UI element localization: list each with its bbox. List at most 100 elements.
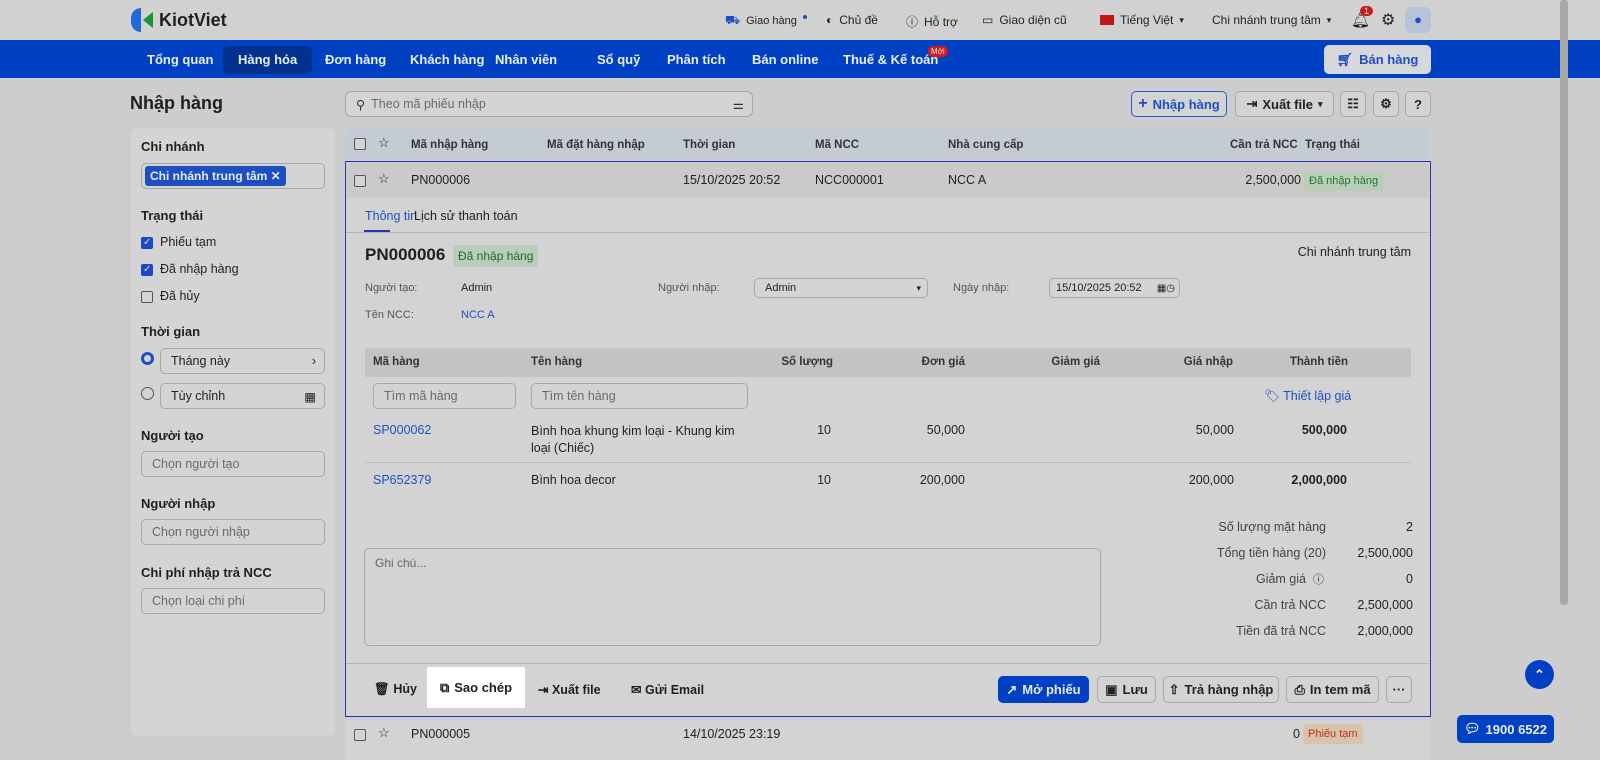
summary-value: 0 xyxy=(1406,572,1413,586)
tab-info[interactable]: Thông tin xyxy=(365,209,417,223)
detail-status-badge: Đã nhập hàng xyxy=(453,245,539,267)
more-button[interactable]: ··· xyxy=(1386,676,1412,703)
calendar-clock-icon[interactable]: ▦◷ xyxy=(1157,283,1175,294)
sell-button[interactable]: 🛒︎ Bán hàng xyxy=(1324,45,1431,74)
item-code-link[interactable]: SP652379 xyxy=(373,473,431,487)
item-col-discount: Giảm giá xyxy=(1051,356,1100,368)
help-icon: ? xyxy=(1414,96,1422,112)
bell-icon[interactable]: 🔔︎ 1 xyxy=(1351,6,1374,29)
importer-select[interactable]: Chọn người nhập xyxy=(141,519,325,545)
item-col-price: Đơn giá xyxy=(921,356,965,368)
col-import-code[interactable]: Mã nhập hàng xyxy=(411,139,488,151)
export-button[interactable]: ⇥ Xuất file ▾ xyxy=(1235,91,1334,117)
branch-select[interactable]: Chi nhánh trung tâm ▾ xyxy=(1212,13,1331,27)
item-code-link[interactable]: SP000062 xyxy=(373,423,431,437)
set-price-link[interactable]: 🏷︎ Thiết lập giá xyxy=(1264,389,1351,404)
settings-button[interactable]: ⚙ xyxy=(1373,91,1399,117)
copy-button[interactable]: ⧉ Sao chép xyxy=(427,667,525,708)
gear-icon[interactable]: ⚙ xyxy=(1381,10,1395,30)
summary-value: 2,500,000 xyxy=(1357,546,1413,560)
cost-select[interactable]: Chọn loại chi phí xyxy=(141,588,325,614)
logo[interactable]: KiotViet xyxy=(131,8,227,32)
return-button[interactable]: ⇧ Trả hàng nhập xyxy=(1163,676,1279,703)
col-due[interactable]: Cần trả NCC xyxy=(1230,139,1298,151)
note-textarea[interactable]: Ghi chú... xyxy=(364,548,1101,646)
row-checkbox[interactable] xyxy=(354,729,366,741)
col-time[interactable]: Thời gian xyxy=(683,139,735,151)
cancel-button[interactable]: 🗑︎ Hủy xyxy=(374,682,417,697)
theme-link[interactable]: ◐ Chủ đề xyxy=(826,13,878,27)
star-icon[interactable]: ☆ xyxy=(378,725,390,741)
tab-indicator xyxy=(364,230,390,232)
open-label: Mở phiếu xyxy=(1022,682,1081,697)
support-link[interactable]: ⓘ Hỗ trợ xyxy=(906,13,958,30)
return-label: Trả hàng nhập xyxy=(1184,682,1274,697)
list-icon: ☷ xyxy=(1347,96,1359,111)
col-ncc-code[interactable]: Mã NCC xyxy=(815,139,859,151)
columns-button[interactable]: ☷ xyxy=(1340,91,1366,117)
checkbox-draft[interactable] xyxy=(141,237,153,249)
date-input[interactable]: 15/10/2025 20:52 ▦◷ xyxy=(1049,278,1180,298)
add-import-button[interactable]: + Nhập hàng xyxy=(1131,91,1227,117)
row-checkbox[interactable] xyxy=(354,175,366,187)
copy-label: Sao chép xyxy=(454,680,513,695)
old-ui-link[interactable]: ▭ Giao diện cũ xyxy=(982,13,1067,27)
nav-staff[interactable]: Nhân viên xyxy=(480,46,572,74)
checkbox-imported[interactable] xyxy=(141,264,153,276)
nav-products[interactable]: Hàng hóa xyxy=(223,46,313,74)
nav-cashbook[interactable]: Sổ quỹ xyxy=(582,46,655,74)
checkbox-cancelled[interactable] xyxy=(141,291,153,303)
search-name-placeholder: Tìm tên hàng xyxy=(542,389,616,403)
avatar[interactable]: ● xyxy=(1405,7,1431,33)
search-input[interactable]: ⚲ Theo mã phiếu nhập ⚌ xyxy=(345,91,753,117)
select-all-checkbox[interactable] xyxy=(354,138,366,150)
this-month-select[interactable]: Tháng này › xyxy=(160,348,325,374)
search-item-code[interactable]: Tìm mã hàng xyxy=(373,383,516,409)
branch-label: Chi nhánh trung tâm xyxy=(1212,13,1321,27)
tab-payment-history[interactable]: Lịch sử thanh toán xyxy=(414,209,518,223)
nav-analytics[interactable]: Phân tích xyxy=(652,46,741,74)
table-row[interactable]: ☆ PN000005 14/10/2025 23:19 0 Phiếu tạm xyxy=(345,720,1430,760)
row-time: 15/10/2025 20:52 xyxy=(683,173,781,187)
hotline-button[interactable]: 💬︎ 1900 6522 xyxy=(1457,715,1554,743)
open-button[interactable]: ↗ Mở phiếu xyxy=(998,676,1089,703)
send-email-label: Gửi Email xyxy=(644,683,705,697)
radio-custom[interactable] xyxy=(141,387,154,400)
help-button[interactable]: ? xyxy=(1405,91,1431,117)
export-label: Xuất file xyxy=(1262,96,1313,112)
nav-orders[interactable]: Đơn hàng xyxy=(310,46,401,74)
col-order-code[interactable]: Mã đặt hàng nhập xyxy=(547,139,645,151)
table-row[interactable]: ☆ PN000006 15/10/2025 20:52 NCC000001 NC… xyxy=(346,162,1429,198)
custom-date-input[interactable]: Tùy chỉnh ▦ xyxy=(160,383,325,409)
nav-overview[interactable]: Tổng quan xyxy=(132,46,228,74)
creator-select[interactable]: Chọn người tạo xyxy=(141,451,325,477)
scrollbar[interactable] xyxy=(1560,0,1568,605)
item-total: 500,000 xyxy=(1301,423,1347,437)
col-supplier[interactable]: Nhà cung cấp xyxy=(948,139,1023,151)
scroll-top-button[interactable]: ⌃ xyxy=(1525,660,1554,689)
importer-dropdown[interactable]: Admin ▾ xyxy=(754,278,928,298)
ncc-link[interactable]: NCC A xyxy=(461,309,495,321)
branch-filter-input[interactable]: Chi nhánh trung tâm ✕ xyxy=(141,163,325,189)
delivery-link[interactable]: ⛟ Giao hàng xyxy=(725,13,807,29)
export-file-button[interactable]: ⇥ Xuất file xyxy=(538,682,601,697)
nav-online[interactable]: Bán online xyxy=(737,46,833,74)
star-icon[interactable]: ☆ xyxy=(378,135,390,151)
old-ui-label: Giao diện cũ xyxy=(999,13,1067,27)
col-status[interactable]: Trạng thái xyxy=(1305,139,1360,151)
print-label-button[interactable]: ⎙ In tem mã xyxy=(1286,676,1379,703)
search-item-name[interactable]: Tìm tên hàng xyxy=(531,383,748,409)
summary-value: 2,500,000 xyxy=(1357,598,1413,612)
language-select[interactable]: Tiếng Việt ▾ xyxy=(1100,13,1184,27)
ncc-label: Tên NCC: xyxy=(365,309,414,321)
filter-icon[interactable]: ⚌ xyxy=(733,97,744,112)
close-icon[interactable]: ✕ xyxy=(271,169,281,183)
radio-this-month[interactable] xyxy=(141,352,154,365)
send-email-button[interactable]: ✉ Gửi Email xyxy=(631,682,704,697)
item-qty: 10 xyxy=(817,423,831,437)
item-col-import-price: Giá nhập xyxy=(1183,356,1233,368)
save-button[interactable]: ▣ Lưu xyxy=(1097,676,1156,703)
summary-label: Số lượng mặt hàng xyxy=(1218,520,1326,534)
star-icon[interactable]: ☆ xyxy=(378,171,390,187)
row-time: 14/10/2025 23:19 xyxy=(683,727,781,741)
